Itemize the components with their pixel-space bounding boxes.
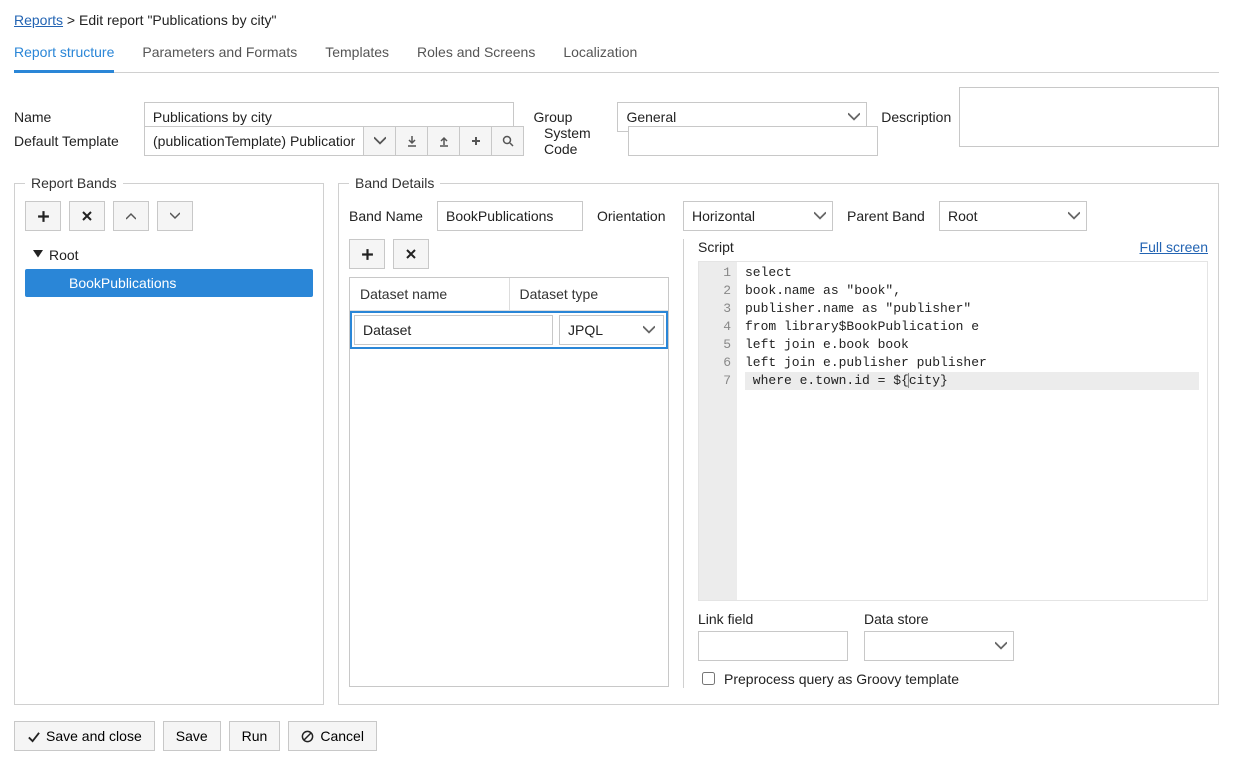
orientation-select[interactable]: Horizontal [683, 201, 833, 231]
tree-node-root-label: Root [49, 247, 79, 263]
template-search-button[interactable] [492, 126, 524, 156]
breadcrumb: Reports > Edit report "Publications by c… [14, 12, 1219, 32]
parent-band-label: Parent Band [847, 208, 939, 224]
editor-gutter: 1234567 [699, 262, 737, 600]
chevron-down-icon [643, 324, 655, 336]
band-details-legend: Band Details [349, 175, 440, 191]
data-store-select[interactable] [864, 631, 1014, 661]
caret-down-icon [33, 250, 43, 260]
script-editor[interactable]: 1234567 selectbook.name as "book",publis… [698, 261, 1208, 601]
report-bands-panel: Report Bands Root BookPublications [14, 175, 324, 705]
group-label: Group [534, 109, 618, 125]
dataset-type-select[interactable]: JPQL [559, 315, 664, 345]
tree-node-bookpublications-label: BookPublications [69, 275, 176, 291]
group-select-value: General [626, 109, 676, 125]
breadcrumb-link-reports[interactable]: Reports [14, 12, 63, 28]
editor-code[interactable]: selectbook.name as "book",publisher.name… [737, 262, 1207, 600]
template-add-button[interactable] [460, 126, 492, 156]
dataset-name-header: Dataset name [350, 278, 510, 311]
dataset-remove-button[interactable] [393, 239, 429, 269]
tabs: Report structure Parameters and Formats … [14, 38, 1219, 73]
template-upload-button[interactable] [428, 126, 460, 156]
chevron-down-icon [995, 640, 1007, 652]
band-remove-button[interactable] [69, 201, 105, 231]
dataset-name-input[interactable] [354, 315, 553, 345]
chevron-down-icon [814, 210, 826, 222]
full-screen-link[interactable]: Full screen [1140, 239, 1208, 255]
band-details-panel: Band Details Band Name Orientation Horiz… [338, 175, 1219, 705]
script-label: Script [698, 239, 734, 255]
dataset-type-header: Dataset type [510, 278, 669, 311]
default-template-input[interactable] [144, 126, 364, 156]
description-textarea[interactable] [959, 87, 1219, 147]
tab-report-structure[interactable]: Report structure [14, 38, 114, 73]
orientation-label: Orientation [597, 208, 683, 224]
system-code-label: System Code [544, 125, 628, 157]
dataset-add-button[interactable] [349, 239, 385, 269]
band-move-up-button[interactable] [113, 201, 149, 231]
system-code-input[interactable] [628, 126, 878, 156]
template-download-button[interactable] [396, 126, 428, 156]
band-move-down-button[interactable] [157, 201, 193, 231]
parent-band-select[interactable]: Root [939, 201, 1087, 231]
name-label: Name [14, 109, 144, 125]
tree-node-root[interactable]: Root [25, 241, 313, 269]
save-button[interactable]: Save [163, 721, 221, 751]
tree-node-bookpublications[interactable]: BookPublications [25, 269, 313, 297]
tab-roles-screens[interactable]: Roles and Screens [417, 38, 535, 73]
band-name-input[interactable] [437, 201, 583, 231]
default-template-label: Default Template [14, 133, 144, 149]
tab-parameters-formats[interactable]: Parameters and Formats [142, 38, 297, 73]
tab-templates[interactable]: Templates [325, 38, 389, 73]
tab-localization[interactable]: Localization [563, 38, 637, 73]
link-field-label: Link field [698, 611, 848, 627]
save-and-close-button[interactable]: Save and close [14, 721, 155, 751]
default-template-field [144, 126, 524, 156]
template-dropdown-button[interactable] [364, 126, 396, 156]
breadcrumb-trail: > Edit report "Publications by city" [67, 12, 277, 28]
preprocess-label: Preprocess query as Groovy template [724, 671, 959, 687]
cancel-button[interactable]: Cancel [288, 721, 377, 751]
link-field-input[interactable] [698, 631, 848, 661]
band-add-button[interactable] [25, 201, 61, 231]
description-label: Description [881, 109, 951, 125]
report-bands-legend: Report Bands [25, 175, 123, 191]
data-store-label: Data store [864, 611, 1014, 627]
dataset-row[interactable]: JPQL [350, 311, 668, 349]
preprocess-checkbox[interactable] [702, 672, 715, 685]
band-name-label: Band Name [349, 208, 437, 224]
chevron-down-icon [848, 111, 860, 123]
run-button[interactable]: Run [229, 721, 281, 751]
dataset-table-header: Dataset name Dataset type [350, 278, 668, 311]
chevron-down-icon [1068, 210, 1080, 222]
